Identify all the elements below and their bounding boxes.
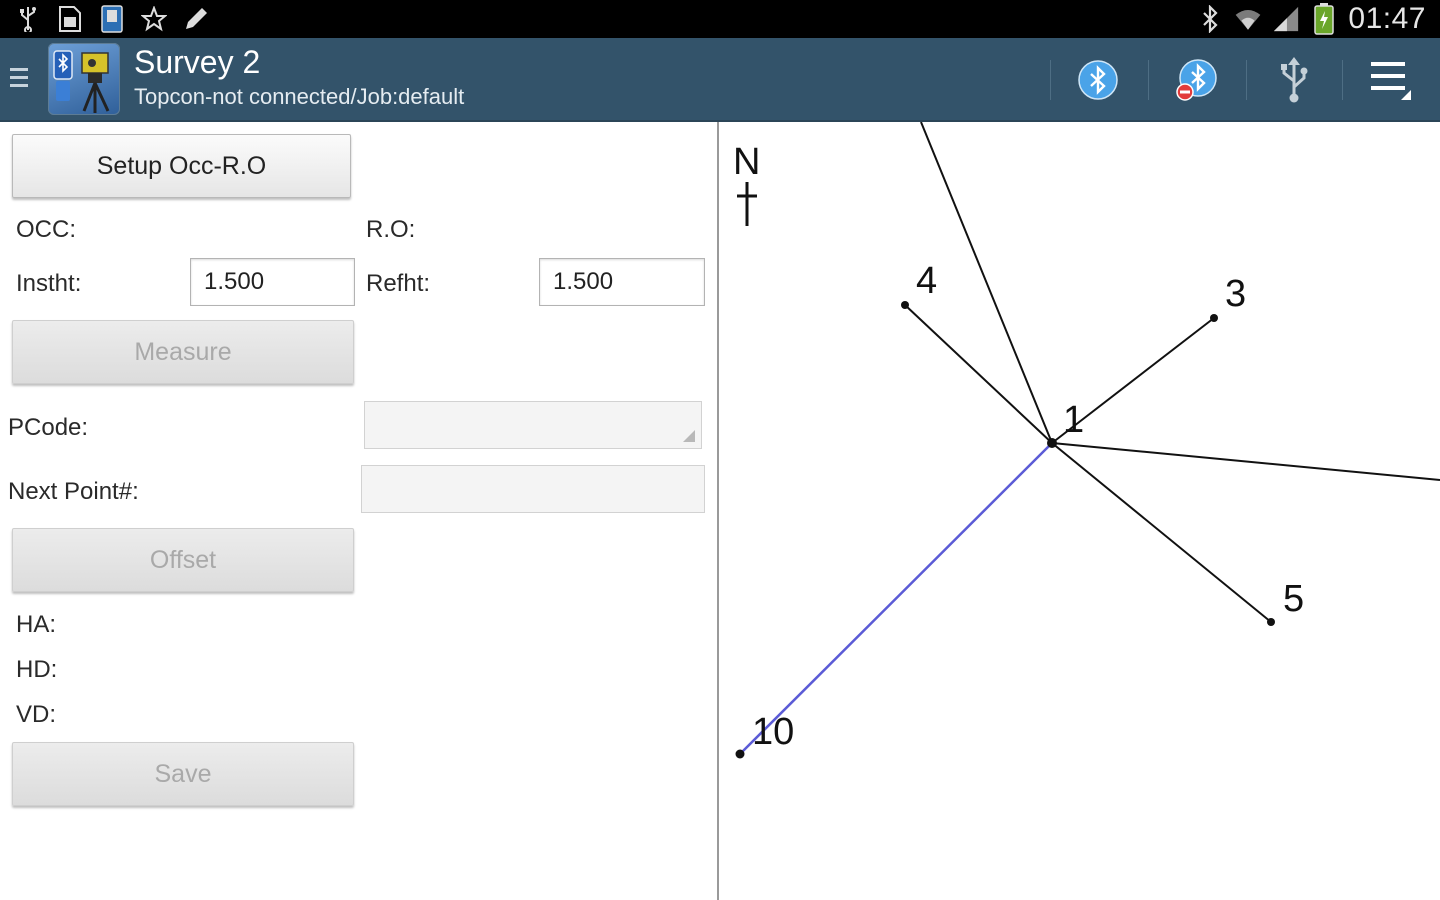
app-notification-icon	[98, 5, 126, 33]
ha-label: HA:	[16, 611, 57, 638]
status-bar: 01:47	[0, 0, 1440, 38]
hd-label: HD:	[16, 656, 58, 683]
save-button[interactable]: Save	[12, 742, 354, 806]
action-divider	[1050, 60, 1051, 100]
ro-label: R.O:	[366, 216, 416, 243]
signal-icon	[1272, 5, 1300, 33]
vd-label: VD:	[16, 701, 57, 728]
survey-line	[1051, 442, 1440, 481]
wifi-icon	[1234, 5, 1262, 33]
connection-status-subtitle: Topcon-not connected/Job:default	[134, 84, 465, 109]
offset-button[interactable]: Offset	[12, 528, 354, 592]
occ-label: OCC:	[16, 216, 76, 243]
survey-point-10[interactable]	[735, 749, 745, 759]
usb-icon	[14, 5, 42, 33]
point-label-4: 4	[916, 260, 937, 302]
usb-connect-icon[interactable]	[1270, 56, 1318, 104]
point-label-5: 5	[1283, 578, 1304, 620]
next-point-input[interactable]	[361, 465, 705, 513]
bluetooth-disconnect-icon[interactable]	[1172, 56, 1220, 104]
survey-point-1[interactable]	[1047, 438, 1057, 448]
battery-icon	[1310, 3, 1338, 35]
refht-label: Refht:	[366, 270, 431, 297]
measure-button[interactable]: Measure	[12, 320, 354, 384]
point-label-1: 1	[1063, 399, 1084, 441]
pcode-dropdown[interactable]	[364, 401, 702, 449]
instht-label: Instht:	[16, 270, 82, 297]
survey-point-3[interactable]	[1210, 314, 1218, 322]
next-point-label: Next Point#:	[8, 478, 139, 505]
instht-input[interactable]: 1.500	[190, 258, 355, 306]
survey-form-panel: Setup Occ-R.O OCC: R.O: Instht: 1.500 Re…	[0, 122, 718, 900]
bluetooth-connect-icon[interactable]	[1074, 56, 1122, 104]
survey-point-4[interactable]	[901, 301, 909, 309]
survey-line	[920, 122, 1053, 444]
action-bar: Survey 2 Topcon-not connected/Job:defaul…	[0, 38, 1440, 122]
action-divider	[1148, 60, 1149, 100]
star-icon	[140, 5, 168, 33]
bluetooth-icon	[1196, 5, 1224, 33]
app-logo-icon[interactable]	[48, 43, 120, 115]
pencil-icon	[182, 5, 210, 33]
survey-point-5[interactable]	[1267, 618, 1275, 626]
drawer-menu-icon[interactable]	[10, 68, 28, 92]
north-arrow-icon	[737, 182, 757, 226]
dropdown-corner-icon	[683, 430, 695, 442]
action-divider	[1246, 60, 1247, 100]
point-label-3: 3	[1225, 273, 1246, 315]
pcode-label: PCode:	[8, 414, 89, 441]
north-label: N	[733, 141, 760, 183]
survey-map-view[interactable]: N 1 3 4 5 10	[719, 122, 1440, 900]
point-label-10: 10	[752, 711, 794, 753]
survey-line	[1051, 442, 1272, 623]
highlight-line	[739, 442, 1053, 755]
app-title: Survey 2	[134, 44, 261, 80]
action-divider	[1342, 60, 1343, 100]
sd-card-icon	[56, 5, 84, 33]
refht-input[interactable]: 1.500	[539, 258, 705, 306]
overflow-menu-icon[interactable]	[1366, 56, 1414, 104]
status-clock: 01:47	[1348, 2, 1426, 35]
survey-line	[904, 304, 1053, 444]
setup-occ-ro-button[interactable]: Setup Occ-R.O	[12, 134, 351, 198]
